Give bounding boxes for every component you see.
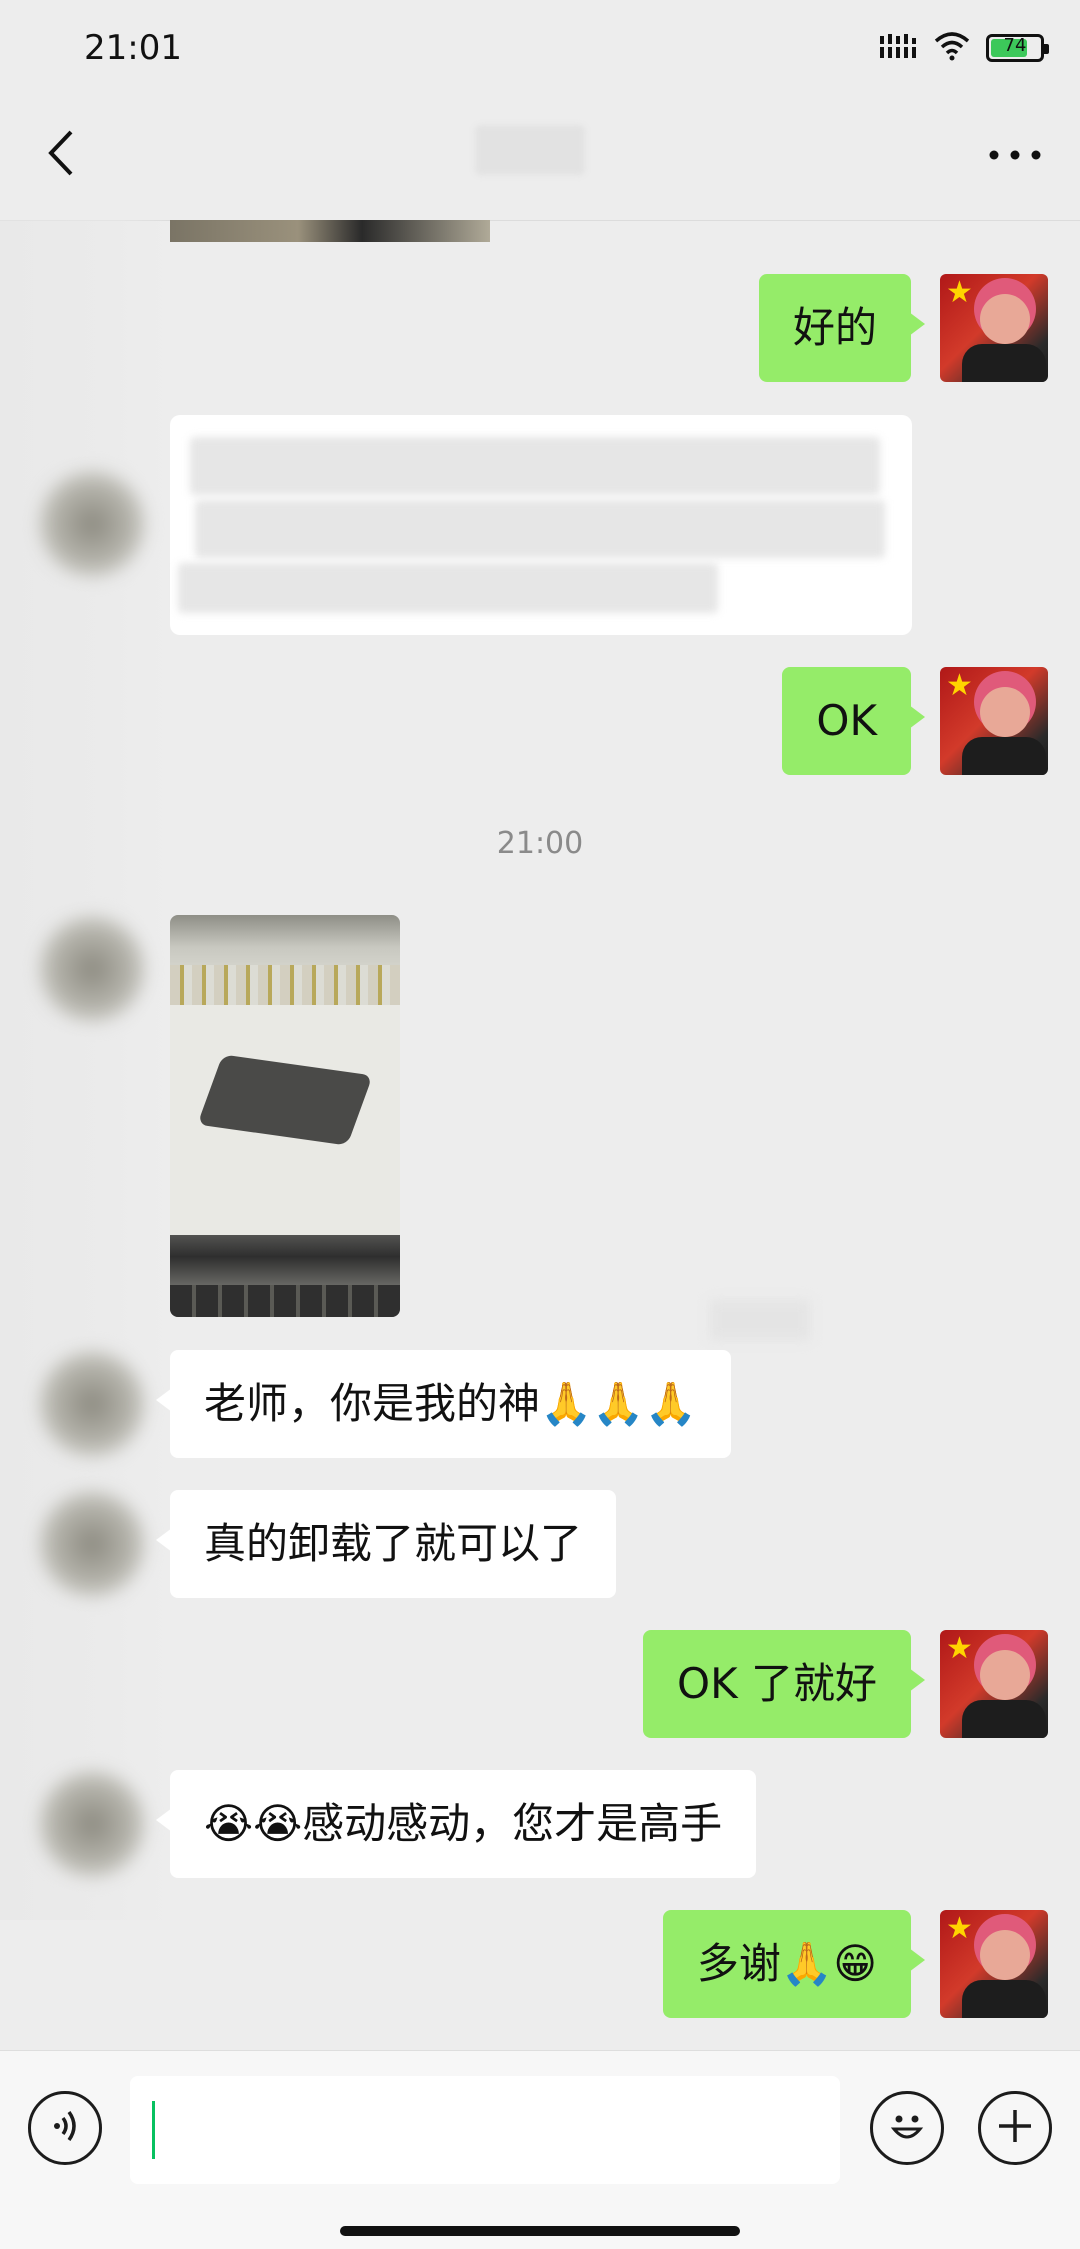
blurred-line bbox=[178, 563, 718, 613]
signal-icon bbox=[878, 30, 918, 66]
blurred-region bbox=[710, 1300, 810, 1340]
status-bar: 21:01 74 bbox=[0, 0, 1080, 95]
status-icons: 74 bbox=[878, 28, 1049, 68]
contact-avatar[interactable] bbox=[38, 1490, 146, 1598]
contact-message-bubble[interactable]: 老师，你是我的神🙏🙏🙏 bbox=[156, 1350, 731, 1458]
more-functions-button[interactable] bbox=[978, 2091, 1052, 2165]
chevron-left-icon bbox=[45, 128, 75, 182]
chat-area[interactable]: ★ 好的 ★ OK 21:00 老师，你是我的神🙏🙏🙏 真的卸载了就可以了 ★ … bbox=[0, 220, 1080, 2050]
contact-avatar[interactable] bbox=[38, 1350, 146, 1458]
status-time: 21:01 bbox=[84, 28, 182, 68]
avatar-face bbox=[980, 294, 1030, 344]
voice-button[interactable] bbox=[28, 2091, 102, 2165]
avatar-face bbox=[980, 1650, 1030, 1700]
star-icon: ★ bbox=[946, 668, 973, 703]
image-message-partial[interactable] bbox=[170, 220, 490, 242]
contact-avatar[interactable] bbox=[38, 915, 146, 1023]
chat-title bbox=[475, 125, 585, 175]
message-timestamp: 21:00 bbox=[496, 826, 584, 861]
avatar-body bbox=[962, 344, 1046, 382]
more-dots-icon bbox=[988, 146, 1042, 165]
emoji-icon bbox=[884, 2103, 930, 2153]
blurred-line bbox=[195, 500, 885, 558]
back-button[interactable] bbox=[30, 125, 90, 185]
avatar-body bbox=[962, 1980, 1046, 2018]
contact-avatar[interactable] bbox=[38, 470, 146, 578]
photo-toolbar bbox=[170, 965, 400, 1005]
home-indicator[interactable] bbox=[340, 2226, 740, 2236]
nav-bar bbox=[0, 95, 1080, 221]
message-input[interactable] bbox=[130, 2076, 840, 2184]
more-button[interactable] bbox=[980, 125, 1050, 185]
battery-level: 74 bbox=[1003, 35, 1027, 56]
battery-icon: 74 bbox=[986, 34, 1049, 62]
battery-tip bbox=[1044, 44, 1049, 54]
avatar-body bbox=[962, 737, 1046, 775]
my-avatar[interactable]: ★ bbox=[940, 1630, 1048, 1738]
my-message-bubble[interactable]: 好的 bbox=[758, 274, 926, 382]
contact-avatar[interactable] bbox=[38, 1770, 146, 1878]
my-avatar[interactable]: ★ bbox=[940, 667, 1048, 775]
voice-icon bbox=[45, 2106, 85, 2150]
contact-message-bubble[interactable]: 真的卸载了就可以了 bbox=[155, 1490, 617, 1598]
plus-icon bbox=[995, 2106, 1035, 2150]
image-message[interactable] bbox=[170, 915, 400, 1317]
star-icon: ★ bbox=[946, 1631, 973, 1666]
photo-keyboard bbox=[170, 1285, 400, 1317]
star-icon: ★ bbox=[946, 275, 973, 310]
my-avatar[interactable]: ★ bbox=[940, 1910, 1048, 2018]
input-bar bbox=[0, 2050, 1080, 2249]
avatar-body bbox=[962, 1700, 1046, 1738]
blurred-message-card[interactable] bbox=[170, 415, 912, 635]
emoji-button[interactable] bbox=[870, 2091, 944, 2165]
contact-message-bubble[interactable]: 😭😭感动感动，您才是高手 bbox=[155, 1770, 757, 1878]
wifi-icon bbox=[934, 31, 970, 65]
my-message-bubble[interactable]: OK bbox=[782, 667, 925, 775]
my-message-bubble[interactable]: OK 了就好 bbox=[643, 1630, 925, 1738]
star-icon: ★ bbox=[946, 1911, 973, 1946]
avatar-face bbox=[980, 687, 1030, 737]
my-avatar[interactable]: ★ bbox=[940, 274, 1048, 382]
avatar-face bbox=[980, 1930, 1030, 1980]
text-caret bbox=[152, 2101, 155, 2159]
my-message-bubble[interactable]: 多谢🙏😁 bbox=[662, 1910, 926, 2018]
blurred-line bbox=[190, 437, 880, 495]
